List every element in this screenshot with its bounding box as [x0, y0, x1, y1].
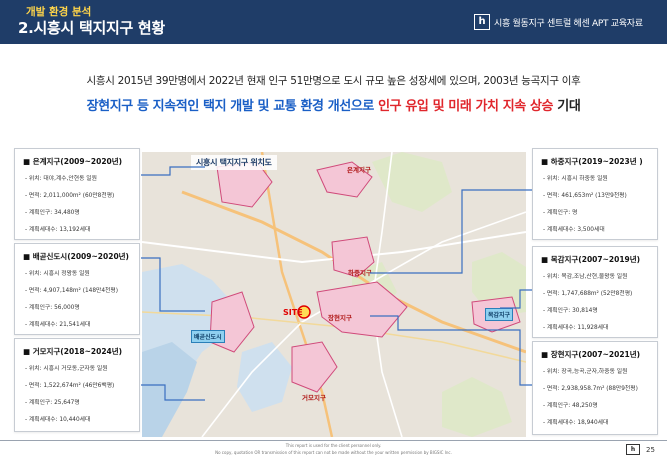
header-bar: 개발 환경 분석 2.시흥시 택지지구 현황 h 시흥 월동지구 센트럴 헤센 … [0, 0, 667, 44]
footer-notice-1: This report is used for the client perso… [285, 443, 382, 448]
footer-logo-icon: h [626, 444, 640, 455]
panel-geomo-area: - 면적: 1,522,674m² (46만6백평) [25, 383, 115, 389]
panel-mokgam-title: ■ 목감지구(2007~2019년) [541, 255, 641, 264]
map-label-geomo: 거모지구 [302, 394, 326, 402]
panel-hajung-households: - 계획세대수: 3,500세대 [543, 227, 605, 233]
panel-eungye-location: - 위치: 대야,계수,안현동 일원 [25, 176, 97, 182]
panel-hajung-population: - 계획인구: 명 [543, 210, 578, 216]
panel-janghyeon-population: - 계획인구: 48,250명 [543, 403, 598, 409]
panel-janghyeon: ■ 장현지구(2007~2021년) - 위치: 장곡,능곡,군자,하중동 일원… [532, 341, 658, 435]
footer-notice-2: No copy, quotation OR transmission of th… [215, 450, 452, 455]
page-title: 2.시흥시 택지지구 현황 [18, 19, 165, 37]
panel-baegot-title: ■ 배곧신도시(2009~2020년) [23, 252, 129, 261]
lead-highlight-blue: 장현지구 등 지속적인 택지 개발 및 교통 환경 개선으로 [86, 99, 375, 114]
panel-hajung: ■ 하중지구(2019~2023년 ) - 위치: 시흥시 하중동 일원 - 면… [532, 148, 658, 240]
panel-mokgam-population: - 계획인구: 30,814명 [543, 308, 598, 314]
panel-geomo-title: ■ 거모지구(2018~2024년) [23, 347, 123, 356]
map-graphic [142, 152, 526, 437]
panel-baegot-population: - 계획인구: 56,000명 [25, 305, 80, 311]
panel-eungye-households: - 계획세대수: 13,192세대 [25, 227, 91, 233]
panel-hajung-title: ■ 하중지구(2019~2023년 ) [541, 157, 643, 166]
panel-eungye-title: ■ 은계지구(2009~2020년) [23, 157, 123, 166]
map-label-janghyeon: 장현지구 [328, 314, 352, 322]
panel-baegot-location: - 위치: 시흥시 정왕동 일원 [25, 271, 90, 277]
brand-name: 시흥 월동지구 센트럴 헤센 APT 교육자료 [494, 19, 643, 29]
map-title: 시흥시 택지지구 위치도 [191, 155, 277, 170]
panel-mokgam: ■ 목감지구(2007~2019년) - 위치: 목감,조남,산현,물왕동 일원… [532, 246, 658, 338]
lead-line-1: 시흥시 2015년 39만명에서 2022년 현재 인구 51만명으로 도시 규… [86, 75, 581, 87]
map-label-site: SITE [283, 308, 303, 317]
brand-logo-icon: h [474, 14, 490, 30]
district-map: 은계지구 하중지구 SITE 장현지구 목감지구 배곧신도시 거모지구 [142, 152, 526, 437]
lead-highlight-red: 인구 유입 및 미래 가치 지속 상승 [378, 99, 554, 114]
map-label-baegot: 배곧신도시 [191, 330, 225, 343]
map-label-mokgam: 목감지구 [485, 308, 514, 321]
panel-mokgam-households: - 계획세대수: 11,928세대 [543, 325, 609, 331]
panel-geomo-population: - 계획인구: 25,647명 [25, 400, 80, 406]
panel-mokgam-location: - 위치: 목감,조남,산현,물왕동 일원 [543, 274, 628, 280]
lead-line-2: 장현지구 등 지속적인 택지 개발 및 교통 환경 개선으로 인구 유입 및 미… [0, 95, 667, 114]
panel-eungye-area: - 면적: 2,011,000m² (60만8천평) [25, 193, 115, 199]
panel-janghyeon-area: - 면적: 2,938,958.7m² (88만9천평) [543, 386, 638, 392]
panel-eungye: ■ 은계지구(2009~2020년) - 위치: 대야,계수,안현동 일원 - … [14, 148, 140, 240]
panel-mokgam-area: - 면적: 1,747,688m² (52만8천평) [543, 291, 633, 297]
panel-janghyeon-title: ■ 장현지구(2007~2021년) [541, 350, 641, 359]
panel-hajung-area: - 면적: 461,653m² (13만9천평) [543, 193, 627, 199]
footer-divider [0, 440, 667, 441]
panel-baegot-area: - 면적: 4,907,148m² (148만4천평) [25, 288, 118, 294]
panel-baegot-households: - 계획세대수: 21,541세대 [25, 322, 91, 328]
lead-end: 기대 [557, 99, 581, 114]
page-number: 25 [646, 446, 655, 454]
panel-geomo: ■ 거모지구(2018~2024년) - 위치: 시흥시 거모동,군자동 일원 … [14, 338, 140, 432]
panel-geomo-households: - 계획세대수: 10,440세대 [25, 417, 91, 423]
map-label-hajung: 하중지구 [348, 269, 372, 277]
panel-janghyeon-location: - 위치: 장곡,능곡,군자,하중동 일원 [543, 369, 628, 375]
panel-hajung-location: - 위치: 시흥시 하중동 일원 [543, 176, 608, 182]
map-label-eungye: 은계지구 [347, 166, 371, 174]
panel-eungye-population: - 계획인구: 34,480명 [25, 210, 80, 216]
panel-janghyeon-households: - 계획세대수: 18,940세대 [543, 420, 609, 426]
panel-geomo-location: - 위치: 시흥시 거모동,군자동 일원 [25, 366, 108, 372]
panel-baegot: ■ 배곧신도시(2009~2020년) - 위치: 시흥시 정왕동 일원 - 면… [14, 243, 140, 335]
